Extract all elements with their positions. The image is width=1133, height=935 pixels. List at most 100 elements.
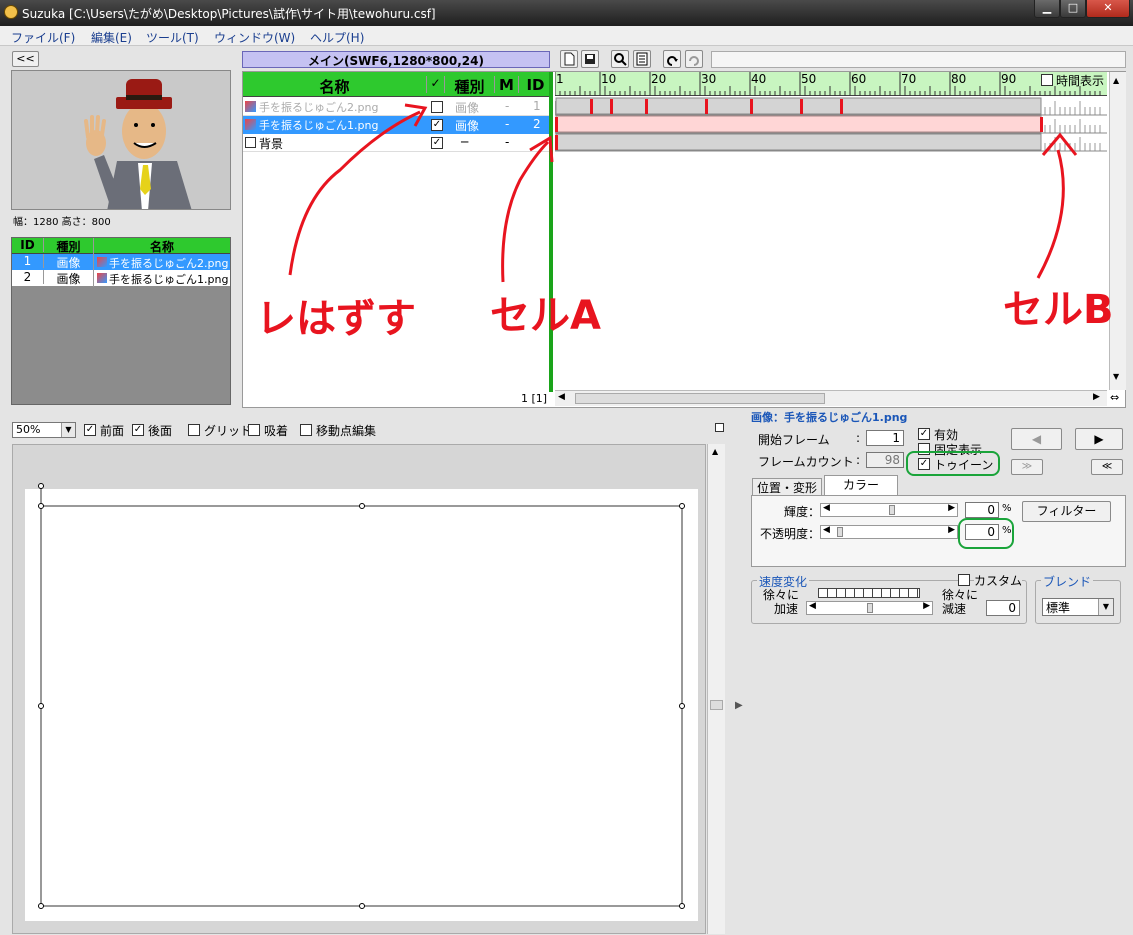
- layer-splitter[interactable]: [549, 72, 553, 392]
- resize-icon[interactable]: ⇔: [1110, 391, 1119, 404]
- asset-id: 1: [12, 254, 44, 268]
- menu-file[interactable]: ファイル(F): [11, 29, 75, 46]
- keyframe-marker: [1040, 117, 1043, 132]
- maximize-stage-icon[interactable]: [715, 423, 724, 432]
- valid-checkbox[interactable]: ✓: [918, 428, 930, 440]
- tween-highlight: [906, 451, 1000, 476]
- tab-position-transform[interactable]: 位置・変形: [752, 478, 822, 496]
- menu-tool[interactable]: ツール(T): [146, 29, 199, 46]
- layer-col-m[interactable]: M: [495, 76, 519, 94]
- layer-col-check[interactable]: ✓: [427, 76, 445, 93]
- layer3-span: [555, 133, 1042, 151]
- start-frame-input[interactable]: 1: [866, 430, 904, 446]
- layer-row[interactable]: 手を振るじゅごん2.png 画像 - 1: [243, 98, 552, 116]
- timeline-ruler[interactable]: 1 10 20 30 40 50 60 70 80 90 時間表示: [555, 72, 1107, 96]
- menu-window[interactable]: ウィンドウ(W): [214, 29, 295, 46]
- speed-slider[interactable]: ◀ ▶: [806, 601, 933, 615]
- scroll-down-icon[interactable]: ▼: [1113, 372, 1119, 381]
- front-checkbox[interactable]: ✓: [84, 424, 96, 436]
- chevron-down-icon[interactable]: ▼: [1098, 599, 1113, 615]
- layer-visible-checkbox[interactable]: ✓: [431, 119, 443, 131]
- selection-bounds[interactable]: [13, 445, 707, 935]
- prev-keyframe-button[interactable]: ◀: [1011, 428, 1062, 450]
- start-frame-label: 開始フレーム: [758, 433, 830, 447]
- scroll-thumb[interactable]: [710, 700, 723, 710]
- snap-checkbox[interactable]: [248, 424, 260, 436]
- opacity-highlight: [958, 518, 1014, 549]
- properties-icon[interactable]: [633, 50, 651, 68]
- save-icon[interactable]: [581, 50, 599, 68]
- stage-vscrollbar[interactable]: ▲: [707, 444, 725, 934]
- next-keyframe-button[interactable]: ▶: [1075, 428, 1123, 450]
- new-icon[interactable]: [560, 50, 578, 68]
- rewind-icon[interactable]: ≪: [1091, 459, 1123, 475]
- layer-name: 背景: [259, 137, 284, 151]
- collapse-button[interactable]: <<: [12, 51, 39, 67]
- asset-col-name[interactable]: 名称: [94, 238, 230, 255]
- chevron-down-icon[interactable]: ▼: [61, 423, 75, 437]
- blend-select[interactable]: 標準 ▼: [1042, 598, 1114, 616]
- time-display-checkbox[interactable]: [1041, 74, 1053, 86]
- zoom-select[interactable]: 50% ▼: [12, 422, 76, 438]
- ruler-label: 30: [701, 72, 716, 86]
- scroll-thumb[interactable]: [575, 393, 825, 404]
- character-illustration: [84, 79, 192, 209]
- asset-row[interactable]: 1 画像 手を振るじゅごん2.png: [12, 254, 230, 271]
- asset-row[interactable]: 2 画像 手を振るじゅごん1.png: [12, 270, 230, 287]
- custom-label: カスタム: [974, 572, 1023, 589]
- maximize-button[interactable]: □: [1060, 0, 1086, 18]
- layer-m: -: [505, 135, 510, 149]
- keyframe-marker: [750, 99, 753, 114]
- layer-visible-checkbox[interactable]: [431, 101, 443, 113]
- timeline-hscrollbar[interactable]: ◀ ▶: [555, 390, 1107, 406]
- redo-icon[interactable]: [685, 50, 703, 68]
- scroll-up-icon[interactable]: ▲: [712, 447, 718, 456]
- search-icon[interactable]: [611, 50, 629, 68]
- decel-label-2: 減速: [942, 602, 967, 616]
- back-label: 後面: [148, 424, 173, 438]
- move-point-checkbox[interactable]: [300, 424, 312, 436]
- layer-col-type[interactable]: 種別: [445, 76, 495, 96]
- minimize-button[interactable]: ▁: [1034, 0, 1060, 18]
- ruler-label: 10: [601, 72, 616, 86]
- fast-forward-icon[interactable]: ≫: [1011, 459, 1043, 475]
- opacity-slider[interactable]: ◀ ▶: [820, 525, 958, 539]
- status-field: [711, 51, 1126, 68]
- scroll-up-icon[interactable]: ▲: [1113, 76, 1119, 85]
- layer-col-name[interactable]: 名称: [243, 76, 427, 96]
- tab-color[interactable]: カラー: [824, 475, 898, 496]
- layer-visible-checkbox[interactable]: ✓: [431, 137, 443, 149]
- back-checkbox[interactable]: ✓: [132, 424, 144, 436]
- speed-input[interactable]: 0: [986, 600, 1020, 616]
- scene-title: メイン(SWF6,1280*800,24): [242, 51, 550, 68]
- layer-row[interactable]: 背景 ✓ ─ -: [243, 134, 552, 152]
- close-button[interactable]: ✕: [1086, 0, 1130, 18]
- layer-col-id[interactable]: ID: [519, 76, 552, 94]
- stage-area[interactable]: [12, 444, 706, 934]
- menu-edit[interactable]: 編集(E): [91, 29, 132, 46]
- layer1-span: [555, 97, 1042, 115]
- asset-col-type[interactable]: 種別: [44, 238, 94, 255]
- scroll-left-icon[interactable]: ◀: [558, 392, 565, 402]
- timeline-frames[interactable]: [555, 97, 1107, 153]
- scroll-right-icon[interactable]: ▶: [1093, 392, 1100, 402]
- grid-checkbox[interactable]: [188, 424, 200, 436]
- timeline-vscrollbar[interactable]: ▲ ▼: [1109, 72, 1126, 390]
- undo-icon[interactable]: [663, 50, 681, 68]
- menu-help[interactable]: ヘルプ(H): [310, 29, 364, 46]
- panel-expand-icon[interactable]: ▶: [735, 700, 743, 711]
- annotation-remove-check: レはずす: [256, 296, 416, 342]
- layer-type: ─: [461, 135, 469, 149]
- asset-type: 画像: [44, 254, 94, 271]
- brightness-input[interactable]: 0: [965, 502, 999, 518]
- brightness-slider[interactable]: ◀ ▶: [820, 503, 958, 517]
- speed-curve-bar: [818, 588, 920, 598]
- ruler-label: 70: [901, 72, 916, 86]
- asset-list: ID 種別 名称 1 画像 手を振るじゅごん2.png 2 画像 手を振るじゅご…: [11, 237, 231, 405]
- asset-col-id[interactable]: ID: [12, 238, 44, 252]
- accel-label-2: 加速: [774, 602, 799, 616]
- custom-checkbox[interactable]: [958, 574, 970, 586]
- filter-button[interactable]: フィルター: [1022, 501, 1111, 522]
- frame-count-input[interactable]: 98: [866, 452, 904, 468]
- layer-row[interactable]: 手を振るじゅごん1.png ✓ 画像 - 2: [243, 116, 552, 134]
